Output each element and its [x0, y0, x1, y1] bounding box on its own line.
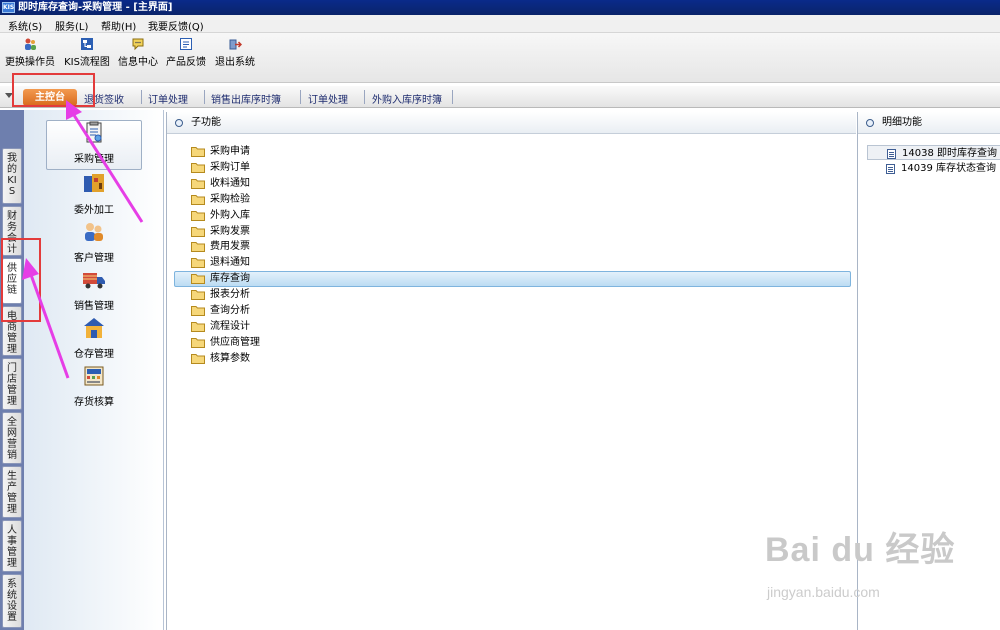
watermark-brand: Bai du 经验 [765, 531, 956, 569]
baidu-watermark: Bai du 经验 jingyan.baidu.com [765, 522, 985, 612]
annotation-arrow-1 [66, 100, 144, 223]
annotation-arrow-2 [22, 258, 70, 379]
watermark-url: jingyan.baidu.com [767, 584, 880, 600]
